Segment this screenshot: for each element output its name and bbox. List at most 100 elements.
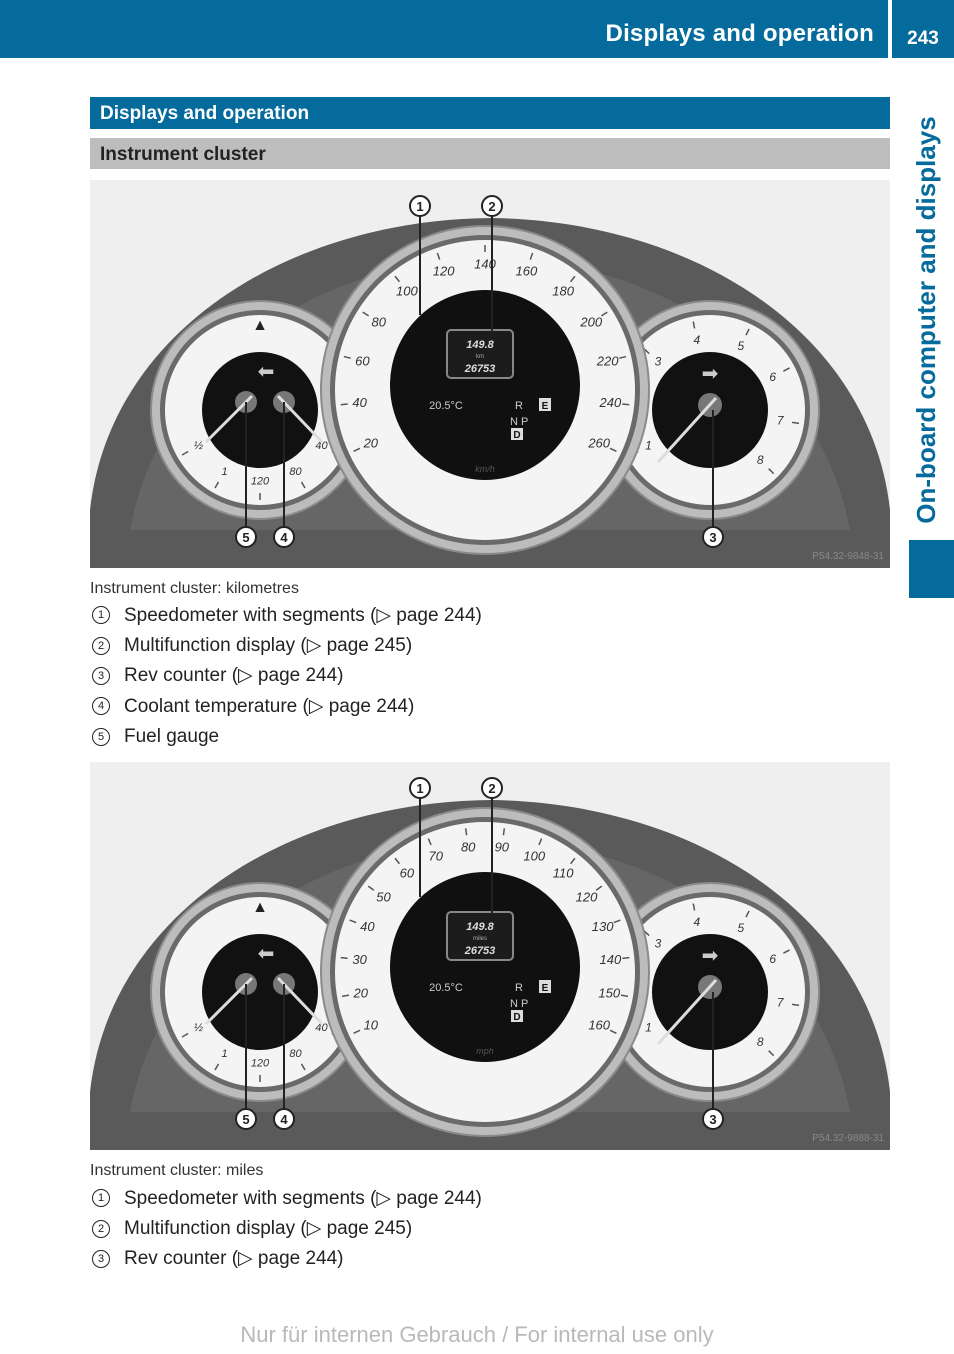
tick-mark [791, 421, 800, 425]
tick-label: 160 [516, 263, 538, 278]
tick-label: 30 [352, 952, 367, 967]
tick-label: 1 [645, 439, 652, 453]
legend-text: Coolant temperature (▷ page 244) [124, 695, 415, 717]
tick-label: 6 [769, 370, 776, 384]
tick-label: 180 [552, 283, 574, 298]
gear-np: N P [510, 998, 528, 1010]
subsection-heading: Instrument cluster [90, 138, 890, 169]
tick-label: 260 [587, 436, 610, 451]
tick-label: 3 [655, 355, 662, 369]
figure-caption: Instrument cluster: miles [90, 1162, 264, 1179]
figure-code: P54.32-9848-31 [812, 551, 884, 562]
figure-caption: Instrument cluster: kilometres [90, 580, 299, 597]
tick-mark [502, 828, 506, 836]
odometer-value: 26753 [464, 945, 496, 957]
tick-label: 5 [737, 921, 744, 935]
tick-label: 1 [221, 1048, 227, 1060]
callout-number: 2 [92, 1219, 110, 1238]
callout-number: 2 [92, 636, 110, 655]
tick-label: 130 [592, 919, 614, 934]
callout-number: 1 [92, 606, 110, 625]
tick-label: 8 [757, 453, 764, 467]
tick-label: 140 [474, 256, 496, 271]
instrument-cluster-km-figure: ½11208040▲⬅12345678➡20406080100120140160… [90, 180, 890, 568]
tick-label: 80 [289, 1048, 302, 1060]
mode-e: E [542, 983, 549, 994]
tick-label: 20 [363, 436, 379, 451]
figure-legend-km: 1 Speedometer with segments (▷ page 244) 2… [90, 600, 482, 752]
odometer-value: 26753 [464, 363, 496, 375]
speedometer-center [390, 872, 580, 1062]
tick-label: 40 [360, 919, 375, 934]
outside-temperature: 20.5°C [429, 982, 463, 994]
tick-label: 4 [693, 915, 700, 929]
legend-item: 2 Multifunction display (▷ page 245) [90, 1213, 482, 1243]
callout-number: 4 [280, 530, 288, 545]
tick-label: 6 [769, 952, 776, 966]
mode-e: E [542, 401, 549, 412]
instrument-cluster-km-illustration: ½11208040▲⬅12345678➡20406080100120140160… [90, 195, 890, 568]
callout-number: 2 [488, 199, 495, 214]
callout-number: 1 [416, 781, 423, 796]
header-title: Displays and operation [605, 20, 874, 47]
callout-number: 4 [280, 1112, 288, 1127]
callout-number: 5 [242, 530, 249, 545]
speedometer-center [390, 290, 580, 480]
outside-temperature: 20.5°C [429, 400, 463, 412]
tick-label: 150 [598, 985, 620, 1000]
legend-item: 1 Speedometer with segments (▷ page 244) [90, 600, 482, 630]
instrument-cluster-miles-illustration: ½11208040▲⬅12345678➡10203040506070809010… [90, 777, 890, 1150]
turn-right-arrow-icon: ➡ [702, 945, 719, 967]
tick-label: 100 [523, 848, 545, 863]
side-tab-label: On-board computer and displays [911, 116, 941, 524]
tick-label: 1 [221, 466, 227, 478]
tick-label: 4 [693, 333, 700, 347]
legend-item: 5 Fuel gauge [90, 722, 482, 752]
warning-icon: ▲ [252, 317, 268, 334]
tick-label: 120 [576, 890, 598, 905]
tick-label: 90 [495, 839, 510, 854]
tick-label: 80 [371, 315, 386, 330]
tick-mark [340, 403, 348, 406]
tick-label: 8 [757, 1035, 764, 1049]
tick-label: 120 [433, 263, 455, 278]
trip-value: 149.8 [466, 921, 494, 933]
speedometer-gauge: 20 40 60 80 100 120 140 160 180 200 220 240 260 149.8… [320, 225, 650, 555]
tick-label: 20 [353, 985, 369, 1000]
tick-mark [791, 1003, 800, 1007]
turn-right-arrow-icon: ➡ [702, 363, 719, 385]
legend-item: 2 Multifunction display (▷ page 245) [90, 630, 482, 660]
tick-mark [464, 828, 468, 836]
speed-unit: mph [476, 1046, 494, 1056]
legend-text: Multifunction display (▷ page 245) [124, 635, 413, 657]
tick-mark [622, 403, 630, 406]
warning-icon: ▲ [252, 899, 268, 916]
side-tab-marker [909, 540, 954, 598]
callout-number: 3 [92, 666, 110, 685]
gear-r: R [515, 982, 523, 994]
legend-text: Rev counter (▷ page 244) [124, 665, 344, 687]
legend-item: 3 Rev counter (▷ page 244) [90, 1244, 482, 1274]
callout-number: 3 [709, 530, 716, 545]
gear-d: D [513, 430, 520, 441]
callout-number: 2 [488, 781, 495, 796]
tick-label: 10 [364, 1018, 379, 1033]
tick-label: ½ [194, 440, 203, 452]
tick-mark [622, 956, 630, 960]
tick-label: 160 [588, 1018, 610, 1033]
legend-text: Speedometer with segments (▷ page 244) [124, 1187, 482, 1209]
figure-legend-miles: 1 Speedometer with segments (▷ page 244) 2… [90, 1183, 482, 1274]
tick-label: 40 [352, 395, 367, 410]
tick-label: 220 [596, 353, 619, 368]
page-number: 243 [907, 28, 939, 49]
trip-unit: miles [473, 936, 487, 942]
gear-np: N P [510, 416, 528, 428]
speedometer-gauge: 10 20 30 4050 60 70 80 90 100 110120 130 140 150 160 1… [320, 807, 650, 1137]
tick-label: 5 [737, 339, 744, 353]
callout-number: 1 [92, 1189, 110, 1208]
speed-unit: km/h [475, 464, 495, 474]
section-heading: Displays and operation [90, 97, 890, 129]
page-number-box: 243 [892, 0, 954, 58]
tick-label: 70 [429, 848, 444, 863]
callout-number: 4 [92, 697, 110, 716]
